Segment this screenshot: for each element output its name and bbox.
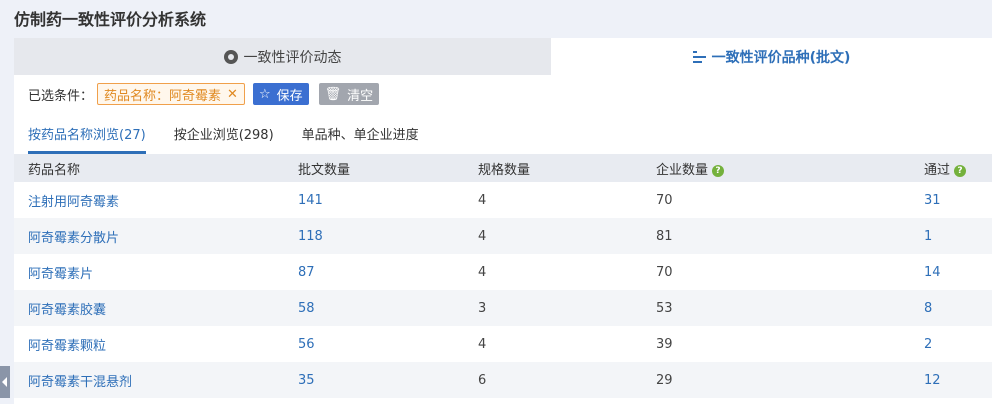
cell-approval-count[interactable]: 56 [284,326,464,362]
cell-spec-count: 4 [464,218,642,254]
cell-approval-count[interactable]: 58 [284,290,464,326]
cell-drug-name[interactable]: 阿奇霉素分散片 [14,218,284,254]
cell-company-count: 81 [642,218,910,254]
help-icon[interactable]: ? [712,164,725,177]
cell-company-count: 70 [656,264,673,280]
table-row: 阿奇霉素分散片 118 4 81 1 [14,218,992,254]
cell-spec-count: 3 [464,290,642,326]
cell-passed[interactable]: 14 [910,254,992,290]
cell-drug-name[interactable]: 阿奇霉素片 [14,254,284,290]
view-tabs: 一致性评价动态 一致性评价品种(批文) [14,38,992,75]
cell-spec-count: 4 [478,336,487,352]
header-passed: 通过? [910,154,992,182]
header-spec-count: 规格数量 [464,154,642,182]
table-row: 阿奇霉素干混悬剂 35 6 29 12 [14,362,992,398]
tab-consistency-varieties[interactable]: 一致性评价品种(批文) [551,38,992,75]
filter-row: 已选条件： 药品名称：阿奇霉素 ✕ ☆ 保存 🗑 清空 [28,83,389,105]
table-row: 阿奇霉素胶囊 58 3 53 8 [14,290,992,326]
tab-consistency-news[interactable]: 一致性评价动态 [14,38,551,75]
varieties-table: 药品名称 批文数量 规格数量 企业数量? 通过? 注射用阿奇霉素 141 4 7… [14,154,992,398]
header-company-count: 企业数量? [642,154,910,182]
cell-drug-name[interactable]: 阿奇霉素颗粒 [14,326,284,362]
table-row: 阿奇霉素片 87 4 70 14 [14,254,992,290]
header-passed-label: 通过 [924,162,951,178]
cell-company-count: 70 [656,192,673,208]
cell-company-count: 29 [642,362,910,398]
cell-passed[interactable]: 1 [910,218,992,254]
close-icon[interactable]: ✕ [227,87,238,102]
filter-label: 已选条件： [28,88,94,104]
star-icon: ☆ [258,86,271,102]
cell-drug-name[interactable]: 阿奇霉素胶囊 [14,290,284,326]
clear-button-label: 清空 [347,88,374,104]
browse-subtabs: 按药品名称浏览(27) 按企业浏览(298) 单品种、单企业进度 [28,124,447,154]
header-company-count-label: 企业数量 [656,162,709,178]
tab-label: 一致性评价品种(批文) [711,49,851,66]
cell-company-count: 39 [656,336,673,352]
filter-tag-text: 药品名称：阿奇霉素 [104,88,222,104]
table-row: 注射用阿奇霉素 141 4 70 31 [14,182,992,218]
cell-approval-count[interactable]: 141 [284,182,464,218]
cell-approval-count[interactable]: 87 [284,254,464,290]
cell-passed[interactable]: 31 [910,182,992,218]
cell-passed[interactable]: 2 [910,326,992,362]
cell-company-count: 53 [642,290,910,326]
app-title: 仿制药一致性评价分析系统 [14,10,207,29]
cell-approval-count[interactable]: 118 [284,218,464,254]
cell-passed[interactable]: 12 [910,362,992,398]
trash-icon: 🗑 [324,86,342,102]
cell-approval-count[interactable]: 35 [284,362,464,398]
table-header-row: 药品名称 批文数量 规格数量 企业数量? 通过? [14,154,992,182]
subtab-by-company[interactable]: 按企业浏览(298) [174,124,274,154]
header-drug-name: 药品名称 [14,154,284,182]
header-approval-count: 批文数量 [284,154,464,182]
circle-target-icon [223,49,238,64]
clear-button[interactable]: 🗑 清空 [318,83,380,105]
cell-drug-name[interactable]: 注射用阿奇霉素 [14,182,284,218]
cell-drug-name[interactable]: 阿奇霉素干混悬剂 [14,362,284,398]
cell-spec-count: 4 [478,192,487,208]
list-icon [692,50,706,63]
save-button[interactable]: ☆ 保存 [252,83,309,105]
filter-tag-drug-name: 药品名称：阿奇霉素 ✕ [97,83,245,105]
tab-label: 一致性评价动态 [243,49,342,66]
sidebar-collapse-handle[interactable] [0,366,10,398]
cell-passed[interactable]: 8 [910,290,992,326]
save-button-label: 保存 [276,88,303,104]
subtab-progress[interactable]: 单品种、单企业进度 [302,124,419,154]
help-icon[interactable]: ? [954,164,967,177]
cell-spec-count: 6 [464,362,642,398]
table-row: 阿奇霉素颗粒 56 4 39 2 [14,326,992,362]
cell-spec-count: 4 [478,264,487,280]
subtab-by-drug-name[interactable]: 按药品名称浏览(27) [28,124,146,154]
main-panel: 一致性评价动态 一致性评价品种(批文) 已选条件： 药品名称：阿奇霉素 ✕ ☆ … [14,38,992,404]
